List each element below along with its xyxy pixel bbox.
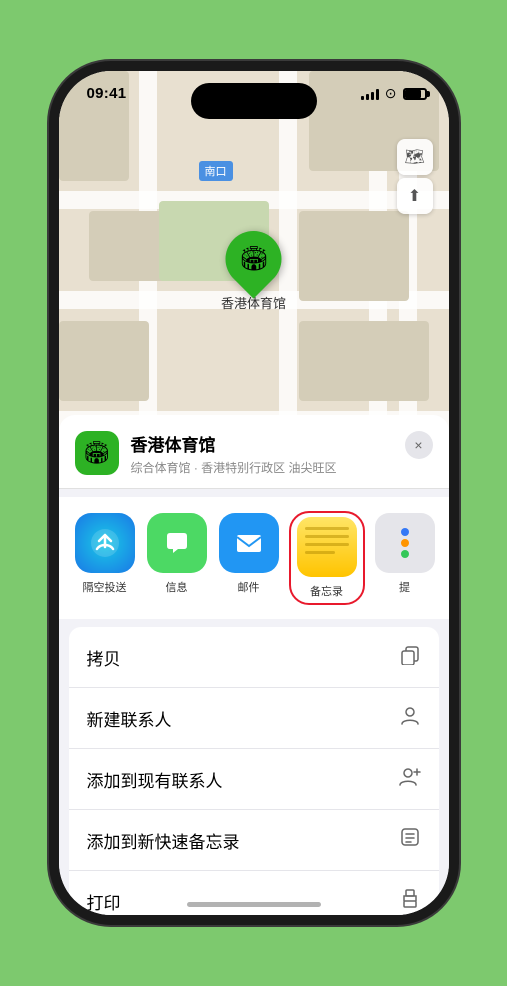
messages-icon [147,513,207,573]
share-row: 隔空投送 信息 [59,497,449,619]
mail-label: 邮件 [238,579,260,595]
action-quick-note-label: 添加到新快速备忘录 [87,828,240,853]
print-icon [399,887,421,915]
note-icon [399,826,421,854]
status-time: 09:41 [87,85,127,102]
airdrop-icon [75,513,135,573]
share-item-notes[interactable]: 备忘录 [291,513,363,603]
share-item-mail[interactable]: 邮件 [219,513,279,603]
location-name: 香港体育馆 [131,431,393,456]
location-icon: 🏟 [75,431,119,475]
action-print-label: 打印 [87,889,121,914]
action-list: 拷贝 新建联系人 添加到现有联系人 [69,627,439,915]
home-indicator [187,902,321,907]
status-right: ⊙ [361,85,427,102]
more-icon [375,513,435,573]
share-item-more[interactable]: 提 [375,513,435,603]
share-item-messages[interactable]: 信息 [147,513,207,603]
action-quick-note[interactable]: 添加到新快速备忘录 [69,810,439,871]
location-header: 🏟 香港体育馆 综合体育馆 · 香港特别行政区 油尖旺区 × [59,415,449,489]
location-subtitle: 综合体育馆 · 香港特别行政区 油尖旺区 [131,459,393,476]
action-add-contact-label: 添加到现有联系人 [87,767,223,792]
close-button[interactable]: × [405,431,433,459]
map-controls: 🗺 ⬆ [397,139,433,214]
battery-icon [403,88,427,100]
notes-icon [297,517,357,577]
map-location-button[interactable]: ⬆ [397,178,433,214]
more-label: 提 [399,579,410,595]
person-add-icon [399,765,421,793]
location-info: 香港体育馆 综合体育馆 · 香港特别行政区 油尖旺区 [131,431,393,476]
location-emoji: 🏟 [83,440,111,466]
map-view-button[interactable]: 🗺 [397,139,433,175]
mail-icon [219,513,279,573]
share-item-airdrop[interactable]: 隔空投送 [75,513,135,603]
action-new-contact-label: 新建联系人 [87,706,172,731]
action-add-contact[interactable]: 添加到现有联系人 [69,749,439,810]
copy-icon [399,643,421,671]
messages-label: 信息 [166,579,188,595]
action-print[interactable]: 打印 [69,871,439,915]
person-icon [399,704,421,732]
phone-frame: 09:41 ⊙ [59,71,449,915]
notes-label: 备忘录 [310,583,343,599]
signal-icon [361,88,379,100]
action-copy[interactable]: 拷贝 [69,627,439,688]
stadium-marker: 🏟 香港体育馆 [221,231,286,312]
stadium-pin: 🏟 [214,219,293,298]
wifi-icon: ⊙ [385,85,397,102]
airdrop-label: 隔空投送 [83,579,127,595]
dynamic-island [191,83,317,119]
stadium-icon: 🏟 [238,245,268,274]
map-label-south: 南口 [199,161,233,181]
bottom-sheet: 🏟 香港体育馆 综合体育馆 · 香港特别行政区 油尖旺区 × 隔空投送 [59,415,449,915]
action-copy-label: 拷贝 [87,645,121,670]
action-new-contact[interactable]: 新建联系人 [69,688,439,749]
